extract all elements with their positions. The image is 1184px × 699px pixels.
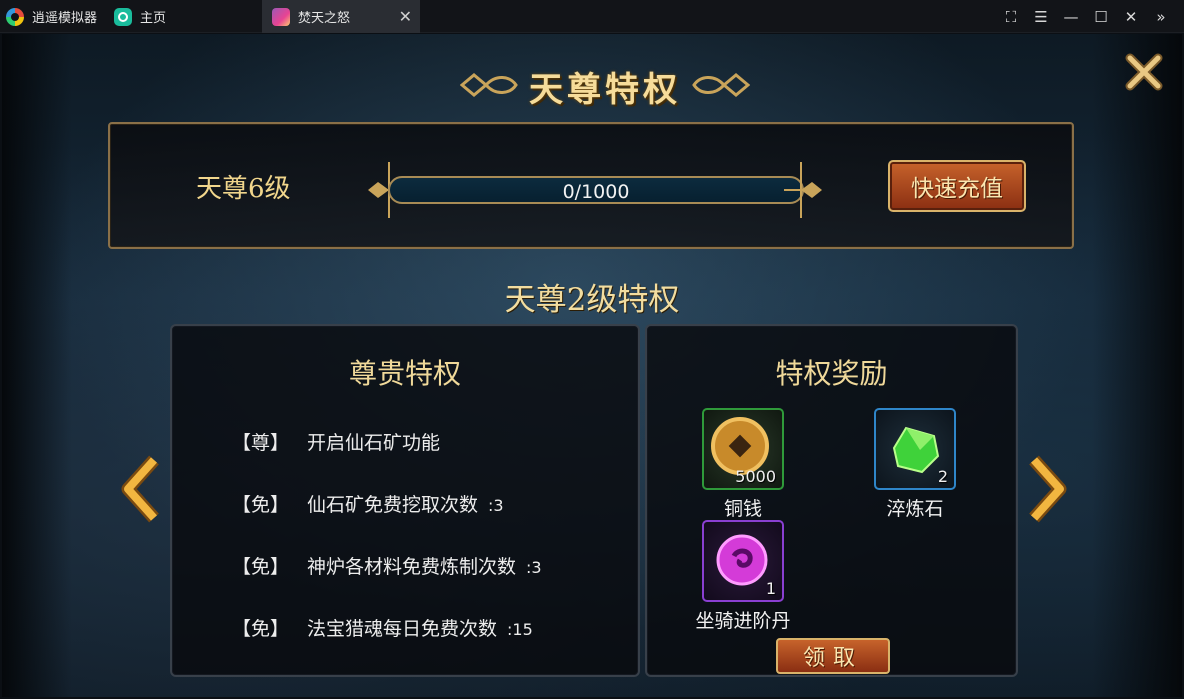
item-name: 淬炼石: [886, 498, 944, 520]
quick-recharge-button[interactable]: 快速充值: [888, 160, 1026, 212]
tab-game[interactable]: 焚天之怒 ✕: [262, 0, 420, 33]
privilege-tag: 【免】: [232, 618, 290, 640]
emulator-logo-icon: [6, 7, 24, 26]
game-icon: [272, 7, 290, 26]
progress-ornament-right-icon: [784, 162, 822, 218]
privilege-value: :3: [526, 558, 542, 577]
privilege-row: 【尊】 开启仙石矿功能: [232, 428, 450, 455]
reward-item-slot[interactable]: 1: [702, 520, 784, 602]
item-count: 1: [765, 579, 776, 598]
window-controls: ⛶ ☰ — ☐ ✕ »: [996, 0, 1176, 33]
more-icon[interactable]: »: [1146, 0, 1176, 33]
menu-icon[interactable]: ☰: [1026, 0, 1056, 33]
privilege-row: 【免】 法宝猎魂每日免费次数 :15: [232, 614, 533, 641]
privileges-panel: 尊贵特权 【尊】 开启仙石矿功能 【免】 仙石矿免费挖取次数:3 【免】 神炉各材料免…: [170, 324, 640, 677]
tab-label: 逍遥模拟器: [32, 11, 98, 26]
reward-item-slot[interactable]: 2: [874, 408, 956, 490]
fullscreen-icon[interactable]: ⛶: [996, 0, 1026, 33]
minimize-icon[interactable]: —: [1056, 0, 1086, 33]
recharge-progress-bar: 0/1000: [388, 176, 804, 204]
close-dialog-icon[interactable]: [1124, 52, 1164, 92]
next-page-arrow-icon[interactable]: [1026, 454, 1068, 524]
privilege-tag: 【尊】: [232, 432, 290, 454]
claim-button[interactable]: 领取: [776, 638, 890, 674]
close-window-icon[interactable]: ✕: [1116, 0, 1146, 33]
rewards-panel: 特权奖励 5000 铜钱 2 淬炼石 1 坐骑进阶丹 领取: [645, 324, 1018, 677]
privilege-tag: 【免】: [232, 494, 290, 516]
maximize-icon[interactable]: ☐: [1086, 0, 1116, 33]
reward-item[interactable]: 5000 铜钱: [683, 408, 803, 521]
rewards-header: 特权奖励: [775, 357, 888, 390]
game-viewport: 天尊特权 天尊6级 0/1000 快速充值 天尊2级特权 尊贵特权 【尊】开启: [2, 34, 1182, 697]
reward-item[interactable]: 1 坐骑进阶丹: [683, 520, 803, 633]
item-name: 坐骑进阶丹: [695, 610, 791, 632]
item-count: 2: [937, 467, 948, 486]
tab-emulator-app[interactable]: 逍遥模拟器: [6, 0, 106, 33]
tab-label: 焚天之怒: [298, 11, 351, 26]
reward-item[interactable]: 2 淬炼石: [855, 408, 975, 521]
tab-home[interactable]: 主页: [114, 0, 260, 33]
privilege-text: 开启仙石矿功能: [307, 432, 441, 454]
tab-label: 主页: [140, 11, 167, 26]
privilege-value: :15: [507, 620, 533, 639]
privilege-text: 神炉各材料免费炼制次数: [307, 556, 517, 578]
privilege-value: :3: [488, 496, 504, 515]
close-tab-icon[interactable]: ✕: [399, 7, 412, 26]
current-level-label: 天尊6级: [196, 174, 291, 204]
privilege-row: 【免】 仙石矿免费挖取次数 :3: [232, 490, 504, 517]
previous-page-arrow-icon[interactable]: [120, 454, 162, 524]
item-name: 铜钱: [723, 498, 762, 520]
emulator-titlebar: 逍遥模拟器 主页 焚天之怒 ✕ ⛶ ☰ — ☐ ✕ »: [0, 0, 1184, 33]
privilege-tag: 【免】: [232, 556, 290, 578]
vip-level-panel: 天尊6级 0/1000 快速充值: [108, 122, 1074, 249]
privilege-text: 法宝猎魂每日免费次数: [307, 618, 498, 640]
privilege-text: 仙石矿免费挖取次数: [307, 494, 479, 516]
dialog-title: 天尊特权: [460, 58, 750, 110]
privilege-level-title: 天尊2级特权: [504, 282, 680, 318]
reward-item-slot[interactable]: 5000: [702, 408, 784, 490]
home-icon: [114, 7, 132, 26]
privilege-row: 【免】 神炉各材料免费炼制次数 :3: [232, 552, 542, 579]
privileges-header: 尊贵特权: [348, 357, 461, 390]
progress-text: 0/1000: [562, 181, 630, 203]
title-ornament-right-icon: [692, 73, 750, 97]
item-count: 5000: [735, 467, 776, 486]
